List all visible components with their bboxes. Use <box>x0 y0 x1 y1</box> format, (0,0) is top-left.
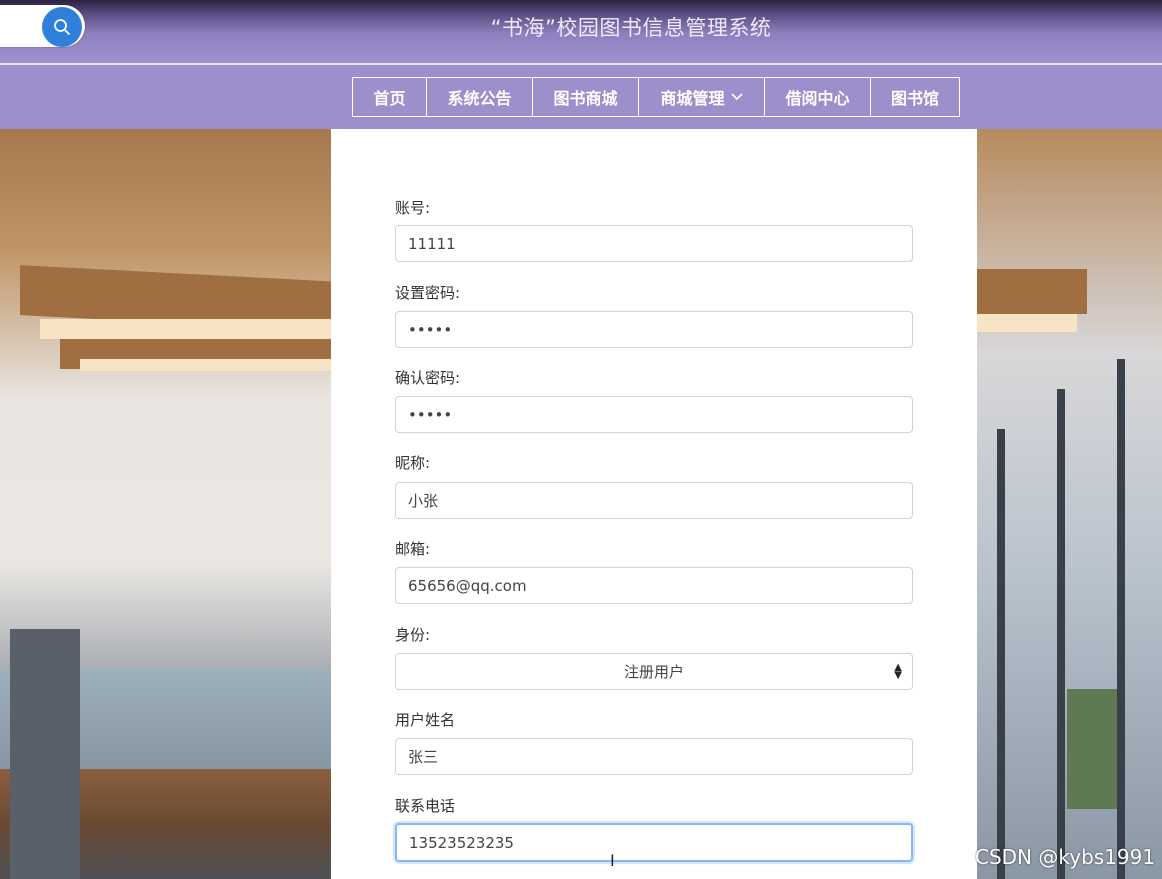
select-arrows-icon: ▲ ▼ <box>894 662 902 681</box>
role-selected-value: 注册用户 <box>623 663 684 681</box>
realname-input[interactable]: 张三 <box>395 738 913 775</box>
background-photo-left <box>0 129 331 879</box>
role-select[interactable]: 注册用户 ▲ ▼ <box>395 653 913 690</box>
outside-view <box>1067 689 1117 809</box>
nav-item-label: 图书商城 <box>553 89 618 108</box>
role-label: 身份: <box>395 626 431 644</box>
confirm-password-label: 确认密码: <box>395 369 461 387</box>
chevron-down-icon <box>730 93 743 101</box>
lamp-light <box>40 319 331 339</box>
window-frame <box>1117 359 1125 879</box>
background-photo-right <box>977 129 1162 879</box>
phone-input[interactable]: 13523523235 <box>395 823 913 862</box>
account-input[interactable]: 11111 <box>395 225 913 262</box>
confirm-password-value: ••••• <box>408 405 453 424</box>
nav-item-label: 借阅中心 <box>785 89 850 108</box>
email-input[interactable]: 65656@qq.com <box>395 567 913 604</box>
realname-value: 张三 <box>408 748 439 766</box>
nav-item-announcements[interactable]: 系统公告 <box>426 77 532 117</box>
nav-item-label: 图书馆 <box>890 89 939 108</box>
password-input[interactable]: ••••• <box>395 311 913 348</box>
nav-item-book-store[interactable]: 图书商城 <box>532 77 638 117</box>
phone-value: 13523523235 <box>409 833 514 852</box>
password-value: ••••• <box>408 320 453 339</box>
nav-item-store-management[interactable]: 商城管理 <box>638 77 764 117</box>
nav-item-borrow-center[interactable]: 借阅中心 <box>764 77 870 117</box>
lamp-light <box>977 314 1077 332</box>
nav-item-label: 商城管理 <box>660 89 725 108</box>
realname-label: 用户姓名 <box>395 711 456 729</box>
nickname-value: 小张 <box>408 492 439 510</box>
nickname-label: 昵称: <box>395 454 431 472</box>
top-header: “书海”校园图书信息管理系统 <box>0 0 1162 64</box>
text-cursor-icon: I <box>610 851 615 870</box>
site-title: “书海”校园图书信息管理系统 <box>490 16 772 40</box>
nav-item-label: 首页 <box>373 89 406 108</box>
nav-bar: 首页 系统公告 图书商城 商城管理 借阅中心 图书馆 <box>0 65 1162 129</box>
email-value: 65656@qq.com <box>408 576 527 595</box>
account-value: 11111 <box>408 234 456 253</box>
nav-item-library[interactable]: 图书馆 <box>870 77 960 117</box>
nav-item-label: 系统公告 <box>447 89 512 108</box>
nickname-input[interactable]: 小张 <box>395 482 913 519</box>
pillar <box>10 629 80 879</box>
window-frame <box>997 429 1005 879</box>
password-label: 设置密码: <box>395 284 461 302</box>
confirm-password-input[interactable]: ••••• <box>395 396 913 433</box>
ceiling-lamp <box>977 269 1087 314</box>
main-nav: 首页 系统公告 图书商城 商城管理 借阅中心 图书馆 <box>352 77 960 117</box>
nav-item-home[interactable]: 首页 <box>352 77 426 117</box>
watermark: CSDN @kybs1991 <box>975 845 1156 869</box>
account-label: 账号: <box>395 199 431 217</box>
lamp-light <box>80 359 331 371</box>
email-label: 邮箱: <box>395 540 431 558</box>
phone-label: 联系电话 <box>395 797 456 815</box>
window-frame <box>1057 389 1065 879</box>
